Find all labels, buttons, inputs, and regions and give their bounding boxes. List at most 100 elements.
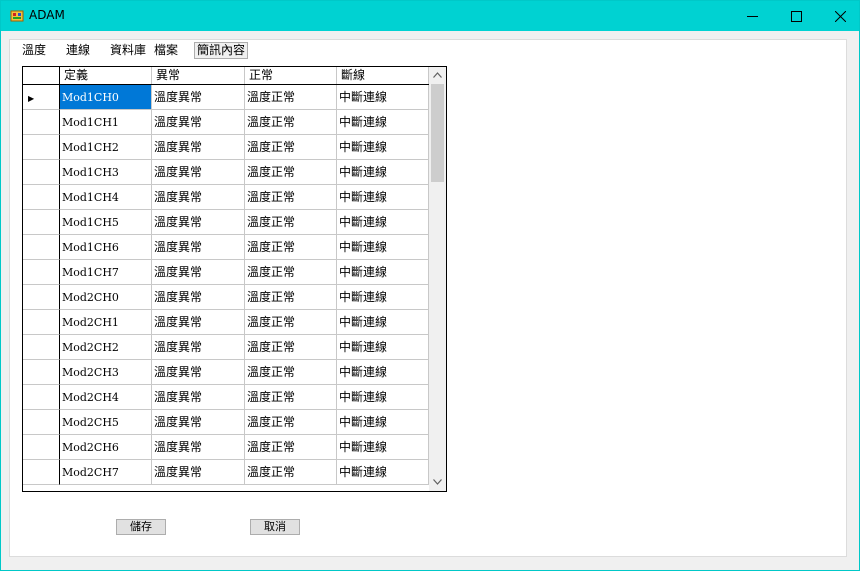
cell-definition[interactable]: Mod2CH1 [60,310,152,335]
cell-disconnect[interactable]: 中斷連線 [337,460,429,485]
cell-normal[interactable]: 溫度正常 [245,85,337,110]
table-row[interactable]: Mod2CH2 溫度異常 溫度正常 中斷連線 [23,335,429,360]
row-header[interactable] [23,285,60,310]
table-row[interactable]: Mod1CH1 溫度異常 溫度正常 中斷連線 [23,110,429,135]
table-row[interactable]: Mod2CH0 溫度異常 溫度正常 中斷連線 [23,285,429,310]
cell-disconnect[interactable]: 中斷連線 [337,360,429,385]
cell-disconnect[interactable]: 中斷連線 [337,385,429,410]
vertical-scrollbar[interactable] [429,67,446,491]
table-row[interactable]: Mod2CH4 溫度異常 溫度正常 中斷連線 [23,385,429,410]
table-row[interactable]: Mod1CH7 溫度異常 溫度正常 中斷連線 [23,260,429,285]
cell-abnormal[interactable]: 溫度異常 [152,335,245,360]
cell-normal[interactable]: 溫度正常 [245,385,337,410]
cell-normal[interactable]: 溫度正常 [245,110,337,135]
row-header[interactable] [23,360,60,385]
cell-normal[interactable]: 溫度正常 [245,460,337,485]
cell-definition[interactable]: Mod1CH7 [60,260,152,285]
row-header[interactable] [23,135,60,160]
sms-content-grid[interactable]: 定義 異常 正常 斷線 ▶ Mod1CH0 溫度異常 溫度正常 中斷連線 Mod1CH1 溫… [22,66,447,492]
cell-abnormal[interactable]: 溫度異常 [152,85,245,110]
table-row[interactable]: Mod2CH1 溫度異常 溫度正常 中斷連線 [23,310,429,335]
cell-abnormal[interactable]: 溫度異常 [152,210,245,235]
cell-abnormal[interactable]: 溫度異常 [152,460,245,485]
cell-abnormal[interactable]: 溫度異常 [152,110,245,135]
cell-abnormal[interactable]: 溫度異常 [152,235,245,260]
cell-abnormal[interactable]: 溫度異常 [152,410,245,435]
title-bar[interactable]: ADAM [1,1,859,31]
table-row[interactable]: Mod2CH3 溫度異常 溫度正常 中斷連線 [23,360,429,385]
row-header[interactable] [23,410,60,435]
cell-definition[interactable]: Mod1CH0 [60,85,152,110]
cell-normal[interactable]: 溫度正常 [245,410,337,435]
cell-disconnect[interactable]: 中斷連線 [337,135,429,160]
maximize-button[interactable] [773,1,819,31]
save-button[interactable]: 儲存 [116,519,166,535]
tab-database[interactable]: 資料庫 [108,43,148,58]
cell-disconnect[interactable]: 中斷連線 [337,210,429,235]
cell-abnormal[interactable]: 溫度異常 [152,360,245,385]
cell-normal[interactable]: 溫度正常 [245,235,337,260]
cell-definition[interactable]: Mod2CH7 [60,460,152,485]
cell-disconnect[interactable]: 中斷連線 [337,235,429,260]
cell-normal[interactable]: 溫度正常 [245,360,337,385]
cell-disconnect[interactable]: 中斷連線 [337,310,429,335]
column-header-abnormal[interactable]: 異常 [152,67,245,84]
cancel-button[interactable]: 取消 [250,519,300,535]
tab-connection[interactable]: 連線 [64,43,92,58]
cell-definition[interactable]: Mod2CH2 [60,335,152,360]
cell-normal[interactable]: 溫度正常 [245,260,337,285]
cell-normal[interactable]: 溫度正常 [245,285,337,310]
cell-normal[interactable]: 溫度正常 [245,160,337,185]
cell-disconnect[interactable]: 中斷連線 [337,285,429,310]
cell-abnormal[interactable]: 溫度異常 [152,260,245,285]
cell-disconnect[interactable]: 中斷連線 [337,410,429,435]
cell-definition[interactable]: Mod1CH6 [60,235,152,260]
tab-file[interactable]: 檔案 [152,43,180,58]
cell-disconnect[interactable]: 中斷連線 [337,260,429,285]
cell-abnormal[interactable]: 溫度異常 [152,310,245,335]
cell-normal[interactable]: 溫度正常 [245,435,337,460]
cell-abnormal[interactable]: 溫度異常 [152,135,245,160]
cell-normal[interactable]: 溫度正常 [245,335,337,360]
table-row[interactable]: Mod1CH2 溫度異常 溫度正常 中斷連線 [23,135,429,160]
cell-definition[interactable]: Mod1CH5 [60,210,152,235]
row-header[interactable] [23,185,60,210]
row-header[interactable] [23,335,60,360]
cell-disconnect[interactable]: 中斷連線 [337,435,429,460]
table-row[interactable]: Mod2CH6 溫度異常 溫度正常 中斷連線 [23,435,429,460]
row-header[interactable] [23,385,60,410]
cell-disconnect[interactable]: 中斷連線 [337,160,429,185]
row-header[interactable] [23,310,60,335]
cell-disconnect[interactable]: 中斷連線 [337,335,429,360]
cell-definition[interactable]: Mod1CH2 [60,135,152,160]
cell-disconnect[interactable]: 中斷連線 [337,185,429,210]
row-header[interactable] [23,435,60,460]
cell-abnormal[interactable]: 溫度異常 [152,185,245,210]
table-row[interactable]: Mod2CH7 溫度異常 溫度正常 中斷連線 [23,460,429,485]
table-row[interactable]: Mod2CH5 溫度異常 溫度正常 中斷連線 [23,410,429,435]
cell-definition[interactable]: Mod1CH1 [60,110,152,135]
row-header[interactable] [23,460,60,485]
row-header[interactable] [23,210,60,235]
cell-disconnect[interactable]: 中斷連線 [337,110,429,135]
column-header-definition[interactable]: 定義 [60,67,152,84]
cell-normal[interactable]: 溫度正常 [245,310,337,335]
tab-sms-content[interactable]: 簡訊內容 [194,42,249,59]
column-header-normal[interactable]: 正常 [245,67,337,84]
close-button[interactable] [817,1,859,31]
table-row[interactable]: Mod1CH6 溫度異常 溫度正常 中斷連線 [23,235,429,260]
cell-disconnect[interactable]: 中斷連線 [337,85,429,110]
scrollbar-thumb[interactable] [431,84,444,182]
cell-normal[interactable]: 溫度正常 [245,185,337,210]
scroll-up-button[interactable] [429,67,446,84]
tab-temperature[interactable]: 溫度 [20,43,48,58]
row-header[interactable] [23,235,60,260]
table-row[interactable]: Mod1CH5 溫度異常 溫度正常 中斷連線 [23,210,429,235]
cell-abnormal[interactable]: 溫度異常 [152,285,245,310]
row-header[interactable]: ▶ [23,85,60,110]
table-row[interactable]: Mod1CH3 溫度異常 溫度正常 中斷連線 [23,160,429,185]
cell-normal[interactable]: 溫度正常 [245,135,337,160]
column-header-disconnect[interactable]: 斷線 [337,67,429,84]
row-header[interactable] [23,160,60,185]
row-header[interactable] [23,260,60,285]
